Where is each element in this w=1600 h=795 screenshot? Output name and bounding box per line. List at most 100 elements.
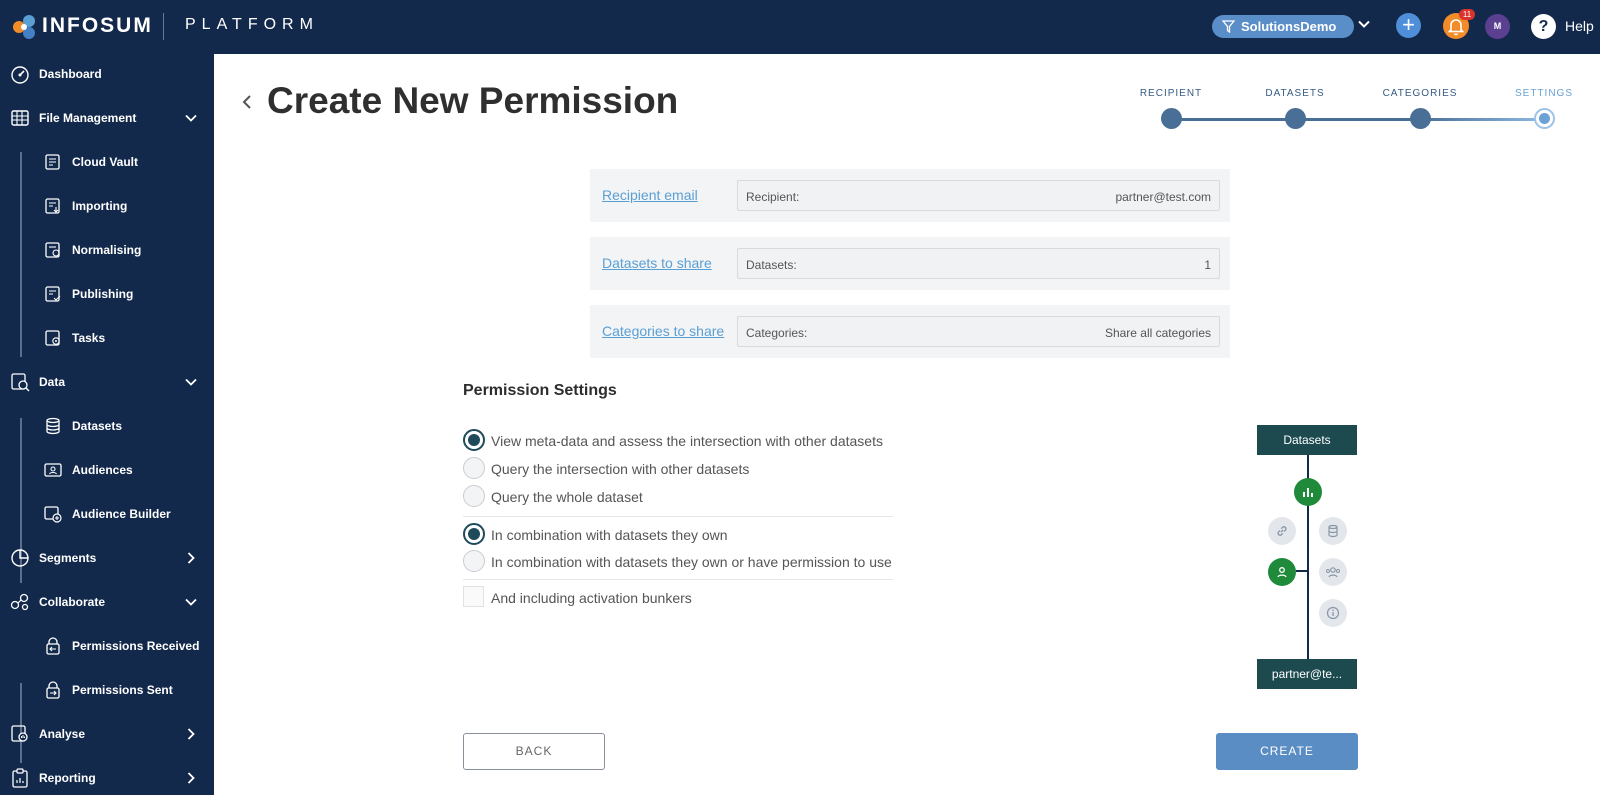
sidebar-item-tasks[interactable]: Tasks: [0, 320, 214, 356]
avatar[interactable]: M: [1485, 14, 1510, 39]
field-label: Recipient:: [746, 190, 800, 204]
diagram-datasets-box: Datasets: [1257, 425, 1357, 455]
workspace-name: SolutionsDemo: [1241, 19, 1337, 34]
chevron-down-icon: [185, 114, 197, 122]
create-button[interactable]: CREATE: [1216, 733, 1358, 770]
back-button[interactable]: BACK: [463, 733, 605, 770]
sidebar-item-audiences[interactable]: Audiences: [0, 452, 214, 488]
infosum-logo-icon: [13, 15, 35, 39]
user-icon: [1268, 558, 1296, 586]
sidebar-item-label: File Management: [39, 111, 137, 125]
sidebar-item-publishing[interactable]: Publishing: [0, 276, 214, 312]
sidebar-item-analyse[interactable]: Analyse: [0, 716, 214, 752]
sidebar-item-file-management[interactable]: File Management: [0, 100, 214, 136]
step-dot-recipient[interactable]: [1161, 108, 1182, 129]
chevron-down-icon[interactable]: [1357, 17, 1371, 31]
sidebar-item-label: Publishing: [72, 287, 134, 301]
top-bar: INFOSUM PLATFORM SolutionsDemo + 11 M ? …: [0, 0, 1600, 54]
sidebar-item-importing[interactable]: Importing: [0, 188, 214, 224]
summary-datasets: Datasets to share Datasets: 1: [590, 237, 1230, 290]
option-label: In combination with datasets they own: [491, 527, 728, 543]
field-label: Categories:: [746, 326, 808, 340]
cloud-vault-icon: [45, 154, 60, 170]
permissions-received-icon: [46, 637, 60, 655]
sidebar-item-segments[interactable]: Segments: [0, 540, 214, 576]
publishing-icon: [45, 286, 61, 302]
datasets-field: Datasets: 1: [737, 248, 1220, 279]
sidebar-item-label: Data: [39, 375, 66, 389]
sidebar-item-dashboard[interactable]: Dashboard: [0, 56, 214, 92]
radio-button[interactable]: [463, 457, 485, 479]
audiences-icon: [44, 463, 62, 477]
step-label-recipient: RECIPIENT: [1139, 88, 1203, 99]
sidebar-item-label: Analyse: [39, 727, 86, 741]
sidebar-item-permissions-sent[interactable]: Permissions Sent: [0, 672, 214, 708]
field-label: Datasets:: [746, 258, 797, 272]
chevron-right-icon: [187, 552, 195, 564]
add-button[interactable]: +: [1396, 13, 1421, 38]
categories-to-share-link[interactable]: Categories to share: [602, 323, 724, 339]
page-title: Create New Permission: [267, 80, 679, 121]
permissions-sent-icon: [46, 681, 60, 699]
step-label-datasets: DATASETS: [1265, 88, 1325, 99]
sidebar-item-label: Datasets: [72, 419, 123, 433]
recipient-email-link[interactable]: Recipient email: [602, 187, 698, 203]
chevron-down-icon: [185, 378, 197, 386]
importing-icon: [45, 198, 60, 214]
help-link[interactable]: Help: [1565, 18, 1594, 34]
sidebar-item-label: Tasks: [72, 331, 106, 345]
sidebar-item-label: Audiences: [72, 463, 133, 477]
activation-bunkers-checkbox[interactable]: [463, 586, 484, 607]
option-label: View meta-data and assess the intersecti…: [491, 433, 883, 449]
link-icon: [1268, 517, 1296, 545]
sidebar-item-reporting[interactable]: Reporting: [0, 760, 214, 795]
brand-name: INFOSUM: [42, 14, 153, 37]
step-dot-datasets[interactable]: [1285, 108, 1306, 129]
filter-icon: [1222, 20, 1235, 33]
reporting-icon: [12, 768, 28, 788]
product-name: PLATFORM: [185, 16, 319, 33]
sidebar-item-label: Permissions Sent: [72, 683, 173, 697]
field-value: Share all categories: [1104, 326, 1211, 340]
option-label: And including activation bunkers: [491, 590, 692, 606]
recipient-field: Recipient: partner@test.com: [737, 180, 1220, 211]
data-icon: [11, 373, 30, 392]
normalising-icon: [45, 242, 60, 258]
sidebar-item-label: Permissions Received: [72, 639, 200, 653]
audience-builder-icon: [44, 506, 62, 523]
sidebar-item-data[interactable]: Data: [0, 364, 214, 400]
back-chevron-icon[interactable]: [240, 93, 254, 111]
radio-button[interactable]: [463, 523, 485, 545]
workspace-selector[interactable]: SolutionsDemo: [1212, 15, 1354, 38]
help-icon[interactable]: ?: [1531, 14, 1556, 39]
field-value: 1: [1204, 258, 1211, 272]
sidebar-item-label: Dashboard: [39, 67, 102, 81]
options-divider: [463, 579, 893, 580]
datasets-to-share-link[interactable]: Datasets to share: [602, 255, 712, 271]
summary-recipient: Recipient email Recipient: partner@test.…: [590, 169, 1230, 222]
step-dot-categories[interactable]: [1410, 108, 1431, 129]
option-label: Query the whole dataset: [491, 489, 643, 505]
sidebar-item-label: Collaborate: [39, 595, 106, 609]
sidebar-item-label: Importing: [72, 199, 128, 213]
sidebar-item-normalising[interactable]: Normalising: [0, 232, 214, 268]
dashboard-icon: [11, 66, 29, 84]
info-icon: [1319, 599, 1347, 627]
file-management-icon: [11, 110, 29, 126]
radio-button[interactable]: [463, 550, 485, 572]
sidebar-item-label: Segments: [39, 551, 97, 565]
sidebar-item-datasets[interactable]: Datasets: [0, 408, 214, 444]
options-divider: [463, 516, 893, 517]
sidebar-item-collaborate[interactable]: Collaborate: [0, 584, 214, 620]
sidebar-item-label: Normalising: [72, 243, 142, 257]
radio-button[interactable]: [463, 485, 485, 507]
step-dot-settings[interactable]: [1534, 108, 1555, 129]
sidebar-item-audience-builder[interactable]: Audience Builder: [0, 496, 214, 532]
radio-button[interactable]: [463, 429, 485, 451]
sidebar-item-cloud-vault[interactable]: Cloud Vault: [0, 144, 214, 180]
option-label: In combination with datasets they own or…: [491, 554, 892, 570]
step-label-settings: SETTINGS: [1514, 88, 1573, 99]
tasks-icon: [45, 330, 60, 346]
sidebar-item-permissions-received[interactable]: Permissions Received: [0, 628, 214, 664]
sidebar: Dashboard File Management Cloud Vault Im…: [0, 54, 214, 795]
